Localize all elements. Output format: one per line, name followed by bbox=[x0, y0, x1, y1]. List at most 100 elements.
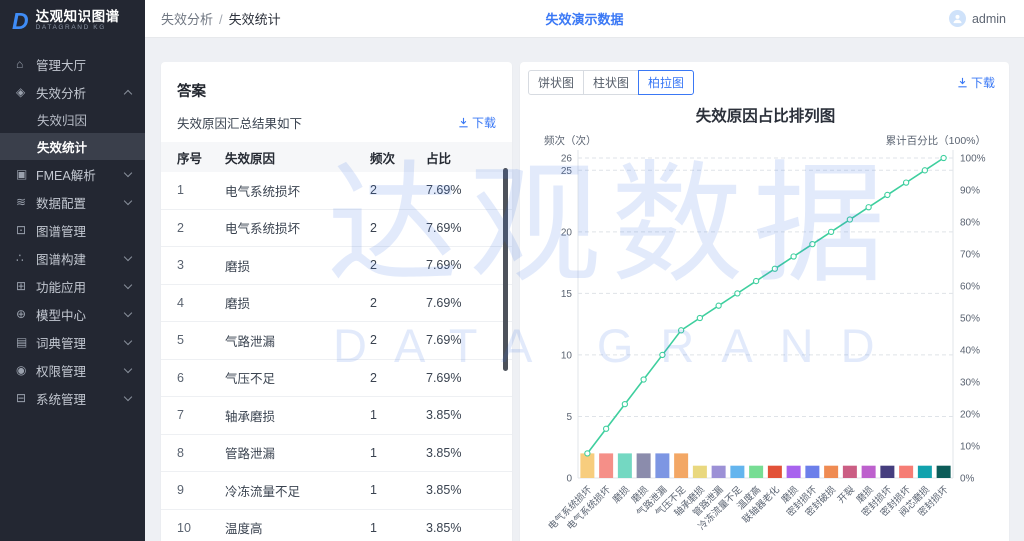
cumulative-point[interactable] bbox=[866, 205, 871, 210]
brand-logo[interactable]: D 达观知识图谱 DATAGRAND KG bbox=[0, 0, 145, 42]
chevron-down-icon bbox=[124, 364, 132, 372]
cumulative-point[interactable] bbox=[904, 180, 909, 185]
cumulative-point[interactable] bbox=[735, 291, 740, 296]
cumulative-point[interactable] bbox=[922, 168, 927, 173]
cumulative-point[interactable] bbox=[772, 266, 777, 271]
chevron-up-icon bbox=[124, 89, 132, 97]
answer-panel: 答案 失效原因汇总结果如下 下载 序号 失效原因 频次 占比 1电气系统损坏27… bbox=[161, 62, 512, 541]
svg-text:26: 26 bbox=[561, 154, 573, 165]
sidebar-item[interactable]: ≋数据配置 bbox=[0, 188, 145, 216]
brand-title: 达观知识图谱 bbox=[36, 10, 120, 24]
pareto-bar[interactable] bbox=[787, 466, 801, 478]
pareto-bar[interactable] bbox=[880, 466, 894, 478]
chart-tab-柏拉图[interactable]: 柏拉图 bbox=[638, 70, 694, 95]
svg-text:开裂: 开裂 bbox=[835, 483, 857, 505]
pareto-bar[interactable] bbox=[843, 466, 857, 478]
cumulative-point[interactable] bbox=[697, 315, 702, 320]
pareto-bar[interactable] bbox=[712, 466, 726, 478]
cumulative-point[interactable] bbox=[622, 402, 627, 407]
svg-text:90%: 90% bbox=[960, 186, 980, 197]
nodes-icon: ∴ bbox=[16, 251, 36, 265]
sidebar-item[interactable]: ◉权限管理 bbox=[0, 356, 145, 384]
pareto-bar[interactable] bbox=[618, 453, 632, 478]
cumulative-point[interactable] bbox=[810, 242, 815, 247]
svg-text:0%: 0% bbox=[960, 474, 975, 485]
pareto-bar[interactable] bbox=[805, 466, 819, 478]
sidebar-item[interactable]: ▤词典管理 bbox=[0, 328, 145, 356]
sidebar-item[interactable]: ∴图谱构建 bbox=[0, 244, 145, 272]
svg-text:频次（次）: 频次（次） bbox=[544, 134, 597, 147]
pareto-bar[interactable] bbox=[580, 453, 594, 478]
cumulative-point[interactable] bbox=[829, 229, 834, 234]
chevron-down-icon bbox=[124, 308, 132, 316]
svg-text:60%: 60% bbox=[960, 282, 980, 293]
svg-text:20%: 20% bbox=[960, 410, 980, 421]
pareto-bar[interactable] bbox=[768, 466, 782, 478]
cumulative-point[interactable] bbox=[604, 426, 609, 431]
user-menu[interactable]: admin bbox=[949, 10, 1006, 27]
pareto-bar[interactable] bbox=[655, 453, 669, 478]
cumulative-point[interactable] bbox=[791, 254, 796, 259]
pareto-bar[interactable] bbox=[862, 466, 876, 478]
svg-text:70%: 70% bbox=[960, 250, 980, 261]
col-pct: 占比 bbox=[426, 148, 498, 167]
svg-text:25: 25 bbox=[561, 166, 573, 177]
sidebar-item[interactable]: ⊞功能应用 bbox=[0, 272, 145, 300]
sidebar-subitem[interactable]: 失效统计 bbox=[0, 133, 145, 160]
chevron-down-icon bbox=[124, 252, 132, 260]
avatar bbox=[949, 10, 966, 27]
cumulative-point[interactable] bbox=[941, 155, 946, 160]
svg-text:累计百分比（100%）: 累计百分比（100%） bbox=[886, 134, 986, 147]
sidebar-item[interactable]: ▣FMEA解析 bbox=[0, 160, 145, 188]
chart-panel: 饼状图柱状图柏拉图 下载 失效原因占比排列图 频次（次）累计百分比（100%）0… bbox=[520, 62, 1009, 541]
chart-download-button[interactable]: 下载 bbox=[957, 74, 995, 91]
cumulative-point[interactable] bbox=[679, 328, 684, 333]
svg-text:0: 0 bbox=[566, 474, 572, 485]
chart-tab-柱状图[interactable]: 柱状图 bbox=[583, 70, 639, 95]
table-download-button[interactable]: 下载 bbox=[458, 114, 496, 131]
failure-table: 序号 失效原因 频次 占比 1电气系统损坏27.69%2电气系统损坏27.69%… bbox=[161, 142, 512, 541]
pareto-bar[interactable] bbox=[824, 466, 838, 478]
model-icon: ⊕ bbox=[16, 307, 36, 321]
table-row: 6气压不足27.69% bbox=[161, 360, 512, 398]
cumulative-point[interactable] bbox=[716, 303, 721, 308]
table-scrollbar[interactable] bbox=[503, 168, 508, 371]
cumulative-point[interactable] bbox=[754, 278, 759, 283]
brand-logo-icon: D bbox=[12, 8, 29, 35]
pareto-bar[interactable] bbox=[899, 466, 913, 478]
svg-text:磨损: 磨损 bbox=[610, 483, 632, 505]
settings-icon: ⊟ bbox=[16, 391, 36, 405]
cumulative-point[interactable] bbox=[847, 217, 852, 222]
sidebar-item[interactable]: ◈失效分析 bbox=[0, 78, 145, 106]
table-row: 4磨损27.69% bbox=[161, 285, 512, 323]
svg-text:10: 10 bbox=[561, 350, 573, 361]
download-icon bbox=[957, 77, 968, 88]
sidebar-item[interactable]: ⊟系统管理 bbox=[0, 384, 145, 412]
svg-text:40%: 40% bbox=[960, 346, 980, 357]
pareto-bar[interactable] bbox=[693, 466, 707, 478]
pareto-bar[interactable] bbox=[937, 466, 951, 478]
svg-text:5: 5 bbox=[566, 412, 572, 423]
sidebar-item[interactable]: ⌂管理大厅 bbox=[0, 50, 145, 78]
cumulative-point[interactable] bbox=[885, 192, 890, 197]
pareto-bar[interactable] bbox=[599, 453, 613, 478]
sidebar-item[interactable]: ⊕模型中心 bbox=[0, 300, 145, 328]
table-row: 2电气系统损坏27.69% bbox=[161, 210, 512, 248]
breadcrumb-parent[interactable]: 失效分析 bbox=[161, 12, 213, 27]
chevron-down-icon bbox=[124, 336, 132, 344]
pareto-bar[interactable] bbox=[730, 466, 744, 478]
pareto-bar[interactable] bbox=[749, 466, 763, 478]
cumulative-point[interactable] bbox=[660, 352, 665, 357]
dataset-link[interactable]: 失效演示数据 bbox=[545, 9, 623, 28]
cumulative-point[interactable] bbox=[641, 377, 646, 382]
pareto-bar[interactable] bbox=[918, 466, 932, 478]
sidebar-item[interactable]: ⊡图谱管理 bbox=[0, 216, 145, 244]
table-body: 1电气系统损坏27.69%2电气系统损坏27.69%3磨损27.69%4磨损27… bbox=[161, 172, 512, 541]
pareto-bar[interactable] bbox=[674, 453, 688, 478]
cumulative-point[interactable] bbox=[585, 451, 590, 456]
sidebar-subitem[interactable]: 失效归因 bbox=[0, 106, 145, 133]
apps-icon: ⊞ bbox=[16, 279, 36, 293]
breadcrumb-current: 失效统计 bbox=[229, 12, 281, 27]
pareto-bar[interactable] bbox=[637, 453, 651, 478]
chart-tab-饼状图[interactable]: 饼状图 bbox=[528, 70, 584, 95]
